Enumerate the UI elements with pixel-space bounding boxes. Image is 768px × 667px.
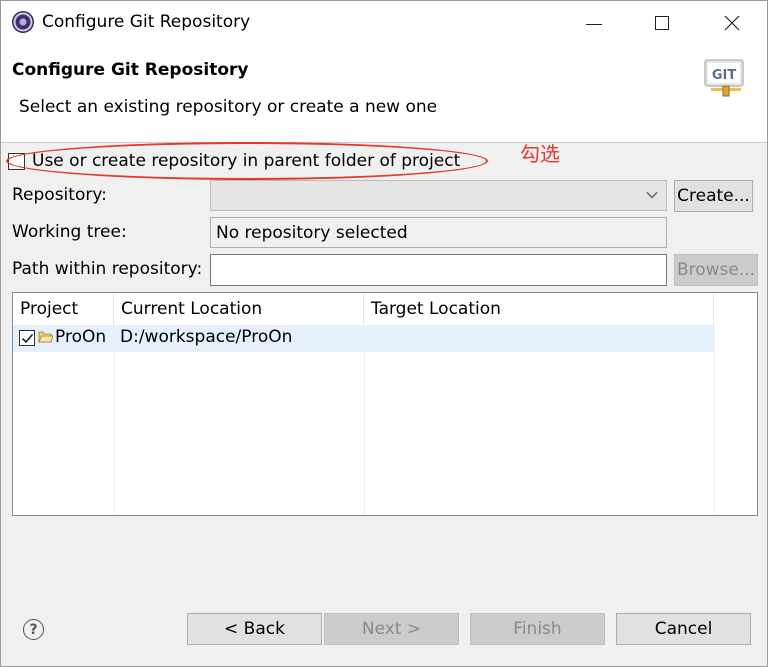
maximize-icon: [655, 16, 669, 30]
page-description: Select an existing repository or create …: [19, 97, 438, 117]
table-row[interactable]: ProOn D:/workspace/ProOn: [13, 325, 714, 352]
cancel-button[interactable]: Cancel: [616, 613, 751, 645]
column-divider: [114, 325, 115, 515]
title-bar: Configure Git Repository: [1, 1, 767, 45]
parent-folder-checkbox[interactable]: [8, 153, 25, 170]
minimize-button[interactable]: [571, 1, 617, 45]
finish-button[interactable]: Finish: [470, 613, 605, 645]
create-button[interactable]: Create...: [674, 180, 753, 212]
column-divider: [364, 325, 365, 515]
current-location-cell: D:/workspace/ProOn: [120, 327, 293, 347]
parent-folder-checkbox-label[interactable]: Use or create repository in parent folde…: [32, 151, 460, 171]
browse-button[interactable]: Browse...: [674, 254, 758, 286]
column-header-project[interactable]: Project: [13, 293, 114, 325]
maximize-button[interactable]: [639, 1, 685, 45]
repository-label: Repository:: [12, 185, 107, 205]
git-logo-text: GIT: [712, 68, 737, 83]
working-tree-label: Working tree:: [12, 222, 127, 242]
path-within-repository-label: Path within repository:: [12, 259, 203, 279]
column-divider: [714, 325, 715, 515]
next-button[interactable]: Next >: [324, 613, 459, 645]
working-tree-field: No repository selected: [210, 217, 667, 248]
annotation-text: 勾选: [520, 142, 560, 166]
projects-table: Project Current Location Target Location…: [12, 292, 758, 516]
eclipse-icon: [12, 11, 34, 33]
help-icon[interactable]: ?: [23, 619, 44, 640]
git-logo-icon: GIT: [704, 59, 744, 97]
page-title: Configure Git Repository: [12, 60, 249, 80]
close-icon: [724, 15, 740, 31]
minimize-icon: [586, 23, 602, 25]
column-header-target-location[interactable]: Target Location: [364, 293, 714, 325]
folder-icon: [38, 331, 53, 343]
path-within-repository-input[interactable]: [210, 254, 667, 286]
configure-git-repository-dialog: Configure Git Repository Configure Git R…: [0, 0, 768, 667]
repository-combo[interactable]: [210, 180, 667, 211]
chevron-down-icon: [646, 192, 658, 199]
dialog-header: Configure Git Repository Select an exist…: [1, 45, 767, 143]
column-header-current-location[interactable]: Current Location: [114, 293, 364, 325]
window-title: Configure Git Repository: [42, 12, 251, 32]
project-name-cell: ProOn: [55, 327, 107, 347]
project-row-checkbox[interactable]: [19, 330, 35, 346]
close-button[interactable]: [709, 1, 755, 45]
checkmark-icon: [21, 333, 34, 344]
back-button[interactable]: < Back: [187, 613, 322, 645]
